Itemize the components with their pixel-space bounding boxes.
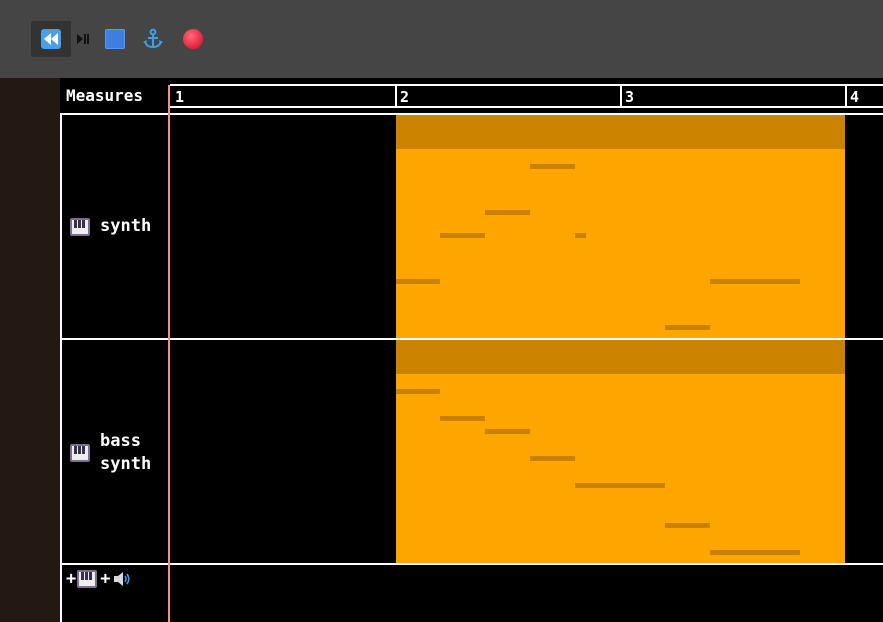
midi-note[interactable] bbox=[396, 279, 440, 284]
rewind-button[interactable] bbox=[31, 21, 71, 57]
add-track-controls: + + bbox=[66, 569, 132, 589]
add-audio-plus[interactable]: + bbox=[100, 569, 110, 589]
measure-number-3[interactable]: 3 bbox=[625, 88, 634, 106]
clip-header[interactable] bbox=[396, 115, 845, 149]
track-name-line: synth bbox=[100, 454, 152, 474]
measure-tick-3 bbox=[620, 84, 622, 108]
track-label-synth[interactable]: synth bbox=[70, 215, 151, 238]
stop-button[interactable] bbox=[102, 21, 128, 57]
midi-note[interactable] bbox=[485, 429, 530, 434]
rewind-icon bbox=[41, 29, 61, 49]
midi-note[interactable] bbox=[440, 416, 485, 421]
playhead-cursor[interactable] bbox=[168, 85, 170, 622]
midi-note[interactable] bbox=[530, 164, 575, 169]
anchor-icon bbox=[143, 28, 163, 49]
measures-label: Measures bbox=[66, 86, 144, 105]
measure-tick-2 bbox=[395, 84, 397, 108]
ruler-top-border bbox=[170, 84, 883, 86]
track-name: bass synth bbox=[100, 430, 151, 476]
ruler-bottom-border bbox=[170, 106, 883, 108]
track-header-border bbox=[60, 113, 62, 622]
midi-note[interactable] bbox=[485, 210, 530, 215]
midi-note[interactable] bbox=[665, 325, 710, 330]
midi-note[interactable] bbox=[396, 389, 440, 394]
midi-note[interactable] bbox=[665, 523, 710, 528]
track-label-bass-synth[interactable]: bass synth bbox=[70, 430, 151, 476]
piano-icon bbox=[70, 444, 90, 462]
midi-note[interactable] bbox=[530, 456, 575, 461]
speaker-icon[interactable] bbox=[112, 570, 132, 588]
track-divider bbox=[60, 563, 883, 565]
track-name: synth bbox=[100, 216, 152, 236]
measure-number-1[interactable]: 1 bbox=[175, 88, 184, 106]
play-pause-button[interactable] bbox=[74, 21, 92, 57]
midi-note[interactable] bbox=[710, 279, 800, 284]
track-name-line: bass bbox=[100, 431, 141, 451]
transport-toolbar bbox=[0, 0, 883, 78]
midi-clip[interactable] bbox=[396, 115, 845, 338]
midi-clip[interactable] bbox=[396, 340, 845, 563]
stop-icon bbox=[105, 29, 125, 49]
midi-note[interactable] bbox=[575, 233, 586, 238]
add-instrument-plus[interactable]: + bbox=[66, 569, 76, 589]
piano-icon bbox=[70, 217, 90, 236]
measure-number-2[interactable]: 2 bbox=[400, 88, 409, 106]
left-sidebar bbox=[0, 78, 60, 622]
piano-icon[interactable] bbox=[77, 570, 98, 588]
midi-note[interactable] bbox=[575, 483, 665, 488]
clip-header[interactable] bbox=[396, 340, 845, 374]
midi-note[interactable] bbox=[440, 233, 485, 238]
midi-note[interactable] bbox=[710, 550, 800, 555]
measure-tick-4 bbox=[845, 84, 847, 108]
anchor-button[interactable] bbox=[140, 21, 166, 57]
record-icon bbox=[183, 29, 203, 49]
play-pause-icon bbox=[77, 34, 89, 44]
measure-number-4[interactable]: 4 bbox=[850, 88, 859, 106]
record-button[interactable] bbox=[180, 21, 206, 57]
